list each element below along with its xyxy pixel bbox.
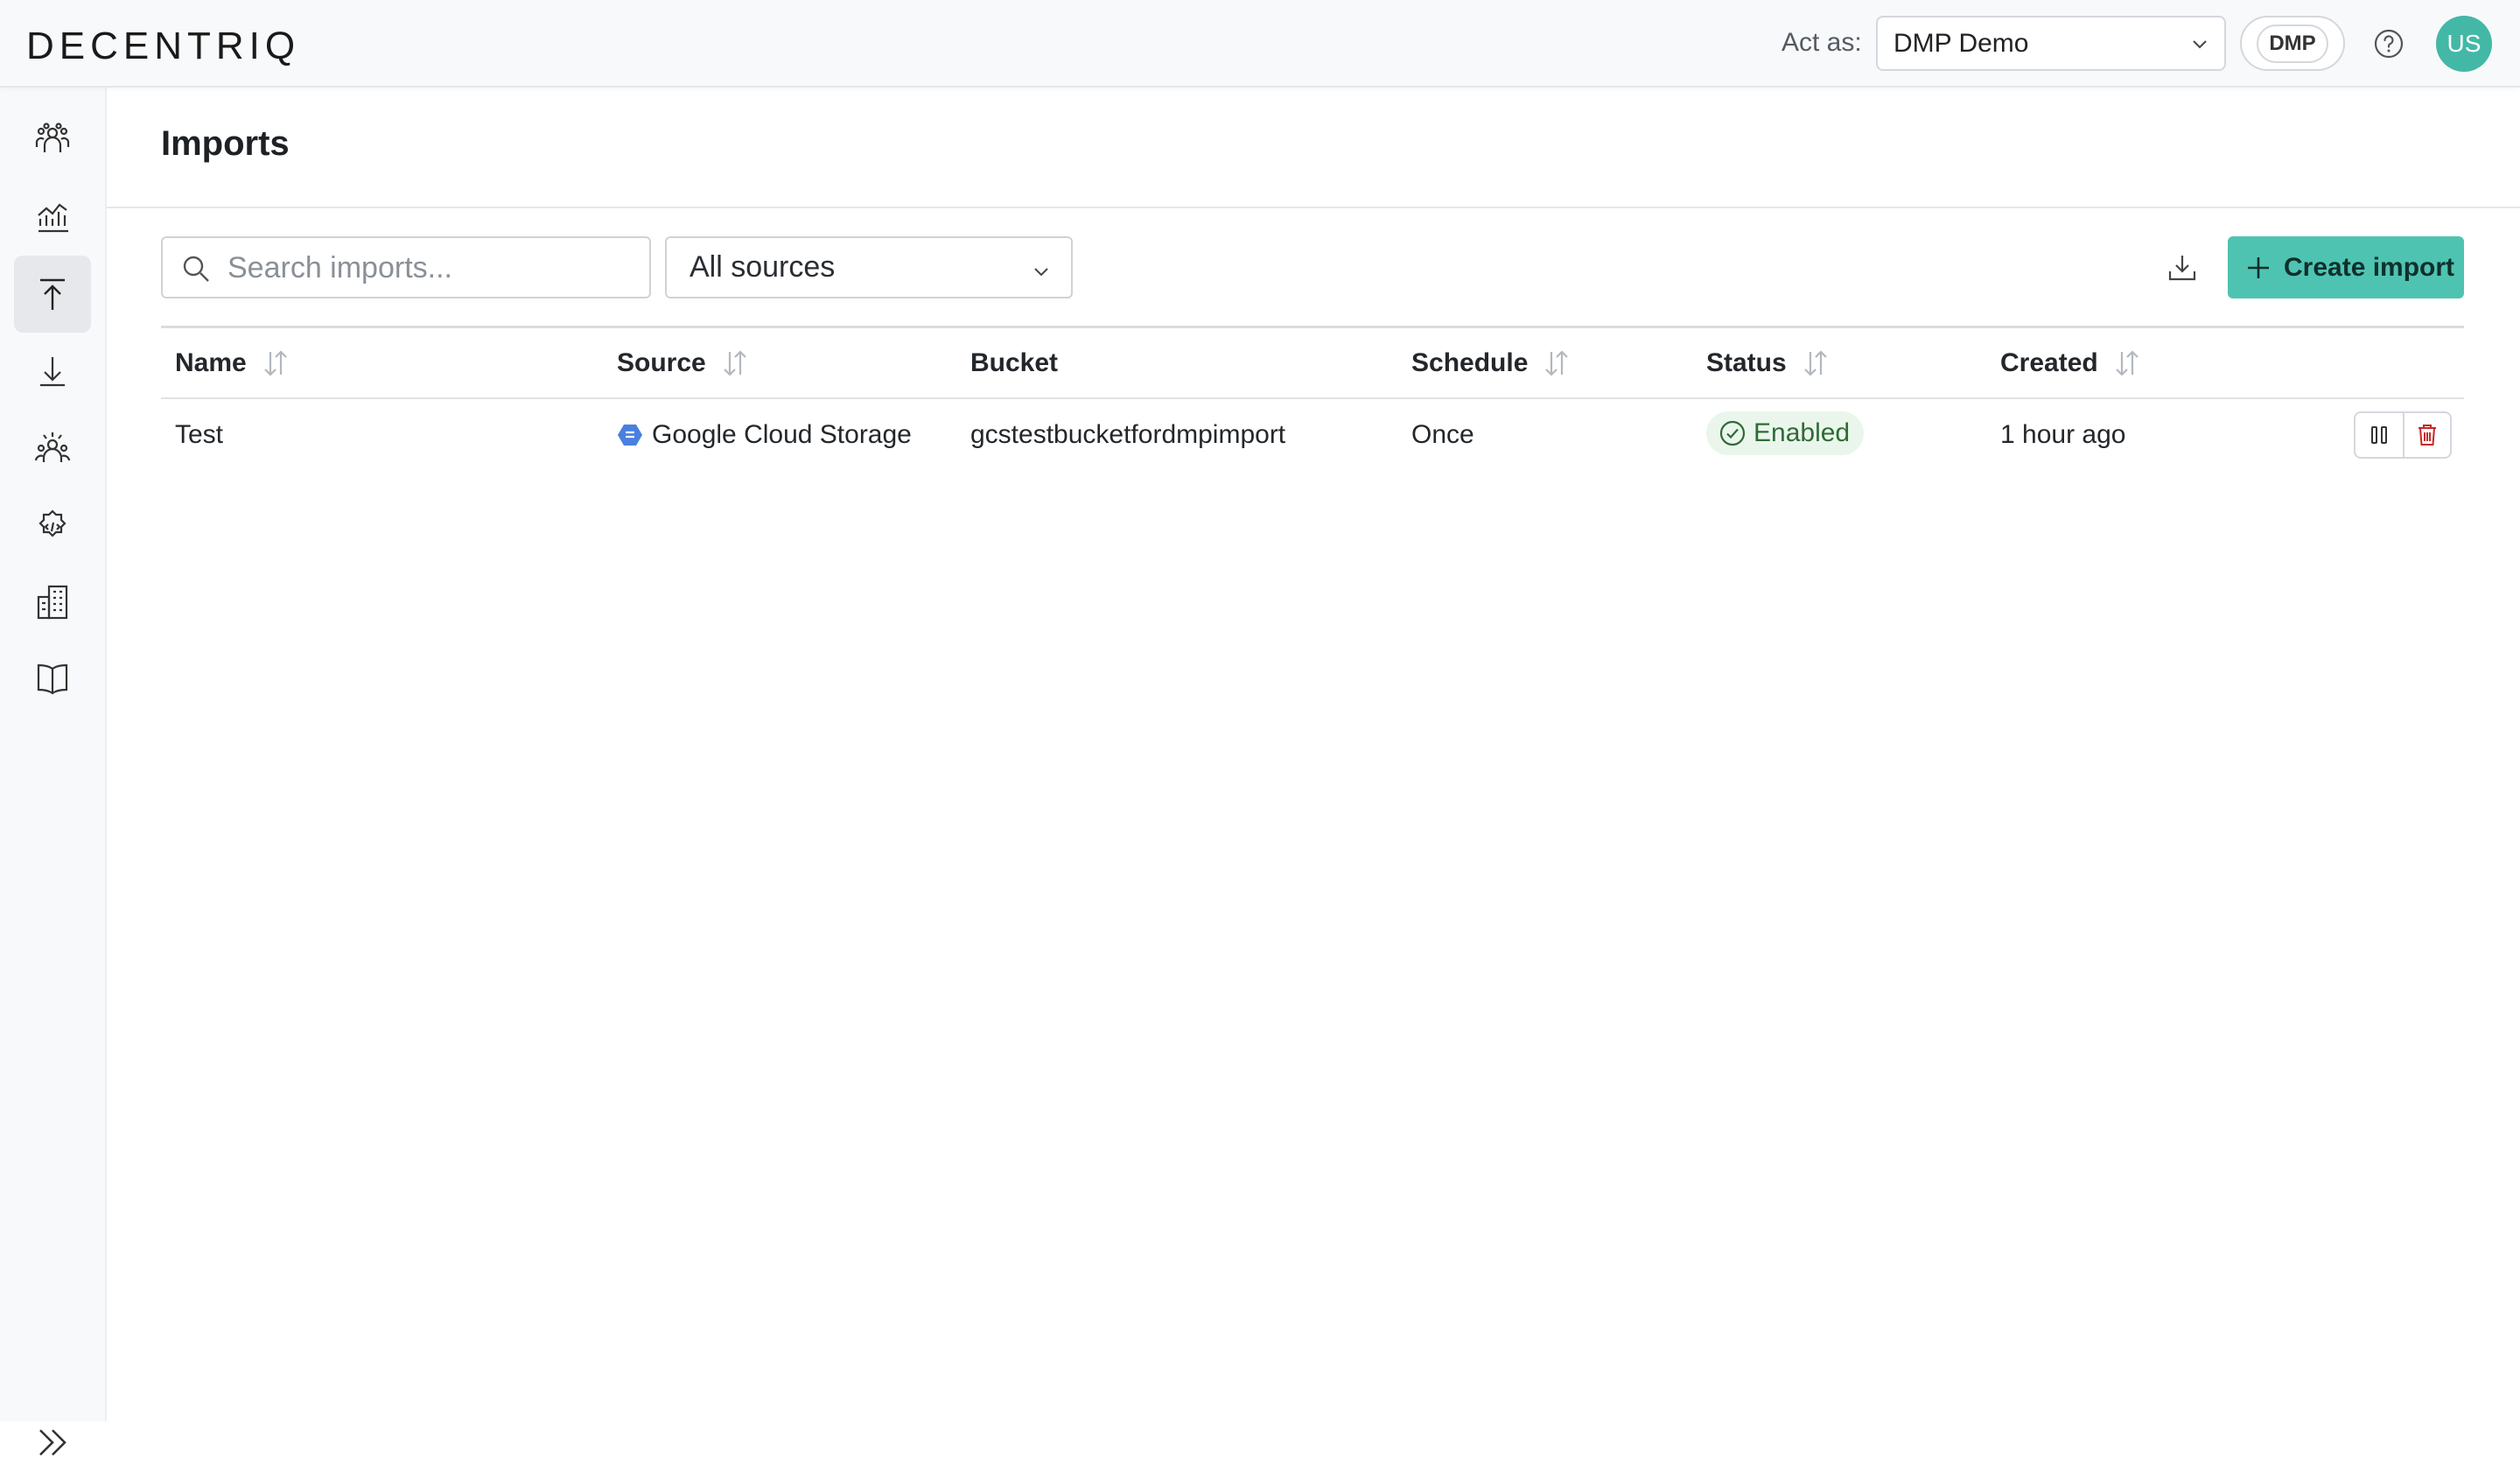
sidebar-item-insights[interactable] <box>14 179 91 256</box>
download-icon <box>40 357 65 387</box>
sort-icon[interactable] <box>261 348 290 378</box>
cell-bucket: gcstestbucketfordmpimport <box>970 420 1286 449</box>
sidebar-item-exports[interactable] <box>14 333 91 410</box>
audience-icon <box>34 432 71 462</box>
sidebar-item-developer[interactable] <box>14 487 91 564</box>
check-circle-icon <box>1719 420 1746 446</box>
divider <box>107 207 2520 208</box>
sidebar-item-collaboration[interactable] <box>14 102 91 179</box>
double-chevron-right-icon[interactable] <box>33 1425 72 1460</box>
download-icon[interactable] <box>2165 250 2200 285</box>
search-box[interactable] <box>161 236 651 298</box>
search-input[interactable] <box>228 247 639 289</box>
cell-source: Google Cloud Storage <box>617 420 912 450</box>
act-as-select[interactable]: DMP Demo <box>1876 16 2226 71</box>
sidebar-item-audiences[interactable] <box>14 410 91 487</box>
sidebar-item-imports[interactable] <box>14 256 91 333</box>
help-icon[interactable] <box>2373 28 2404 60</box>
sort-icon[interactable] <box>1542 348 1572 378</box>
cell-name: Test <box>175 420 224 449</box>
people-icon <box>35 123 70 152</box>
trash-icon <box>2418 425 2436 446</box>
column-header-source[interactable]: Source <box>617 348 750 378</box>
top-bar: DECENTRIQ Act as: DMP Demo DMP US <box>0 0 2520 88</box>
pause-icon <box>2370 426 2387 444</box>
code-gear-icon <box>38 509 66 537</box>
table-top-border <box>161 326 2464 328</box>
building-icon <box>37 585 68 620</box>
plus-icon <box>2248 256 2269 278</box>
sidebar-item-organizations[interactable] <box>14 564 91 641</box>
column-header-schedule[interactable]: Schedule <box>1411 348 1572 378</box>
sidebar <box>0 88 107 1456</box>
table-header-border <box>161 397 2464 399</box>
column-header-bucket: Bucket <box>970 348 1059 377</box>
act-as-label: Act as: <box>1782 28 1862 57</box>
org-switcher[interactable]: DMP <box>2240 16 2345 71</box>
pause-button[interactable] <box>2356 413 2403 457</box>
cell-created: 1 hour ago <box>2000 420 2126 449</box>
upload-icon <box>40 278 65 310</box>
delete-button[interactable] <box>2402 413 2450 457</box>
chart-icon <box>38 203 68 233</box>
create-import-button[interactable]: Create import <box>2228 236 2464 298</box>
google-cloud-storage-icon <box>618 425 642 446</box>
search-icon <box>183 256 209 282</box>
column-header-name[interactable]: Name <box>175 348 290 378</box>
source-filter-value: All sources <box>690 250 836 284</box>
user-avatar[interactable]: US <box>2436 16 2492 72</box>
row-actions <box>2354 411 2452 459</box>
status-badge: Enabled <box>1706 411 1865 455</box>
sort-icon[interactable] <box>2112 348 2142 378</box>
create-import-label: Create import <box>2284 252 2455 282</box>
book-icon <box>37 663 68 695</box>
source-filter-select[interactable]: All sources <box>665 236 1073 298</box>
page-title: Imports <box>161 124 290 163</box>
sort-icon[interactable] <box>1801 348 1830 378</box>
column-header-status[interactable]: Status <box>1706 348 1830 378</box>
app-logo[interactable]: DECENTRIQ <box>26 25 300 68</box>
chevron-down-icon <box>2193 40 2207 49</box>
column-header-created[interactable]: Created <box>2000 348 2142 378</box>
sidebar-item-docs[interactable] <box>14 641 91 718</box>
chevron-down-icon <box>1034 268 1048 277</box>
sort-icon[interactable] <box>720 348 750 378</box>
act-as-value: DMP Demo <box>1894 28 2029 58</box>
org-badge: DMP <box>2257 24 2328 63</box>
cell-schedule: Once <box>1411 420 1474 449</box>
